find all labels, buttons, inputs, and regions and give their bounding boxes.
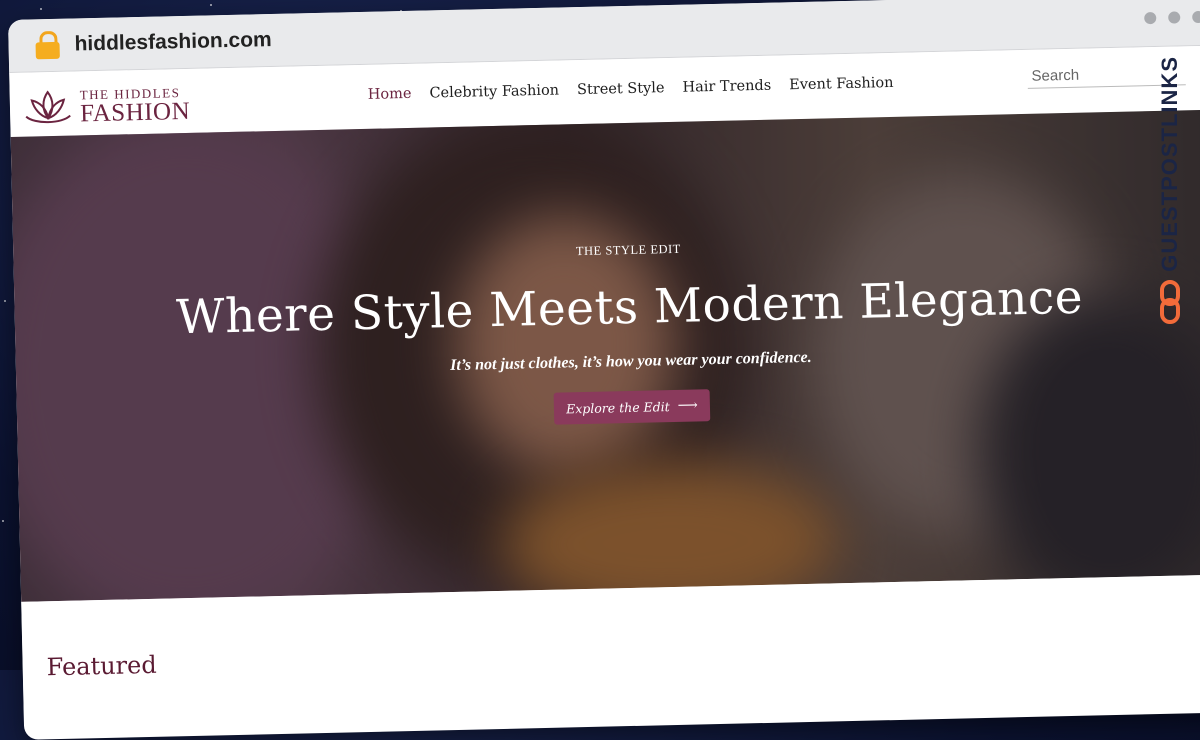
site-logo[interactable]: THE HIDDLES FASHION [22,83,191,131]
lotus-icon [25,90,71,124]
hero-content: THE STYLE EDIT Where Style Meets Modern … [13,229,1200,437]
window-dot-icon[interactable] [1144,11,1157,25]
lock-icon [34,30,61,60]
guestpostlinks-watermark: GUESTPOSTLINKS [1148,56,1192,356]
nav-item-event-fashion[interactable]: Event Fashion [789,75,894,93]
watermark-text: GUESTPOSTLINKS [1157,56,1182,272]
hero-subline: It’s not just clothes, it’s how you wear… [449,348,812,375]
chain-link-icon [1160,279,1180,324]
hero-headline: Where Style Meets Modern Elegance [175,269,1084,346]
url-text[interactable]: hiddlesfashion.com [74,28,272,56]
explore-edit-button[interactable]: Explore the Edit ⟶ [553,389,711,425]
main-nav: Home Celebrity Fashion Street Style Hair… [368,75,894,103]
hero-banner: THE STYLE EDIT Where Style Meets Modern … [10,109,1200,602]
window-dot-icon[interactable] [1192,10,1200,24]
logo-bottom-text: FASHION [79,97,191,128]
arrow-right-icon: ⟶ [677,397,698,414]
nav-item-home[interactable]: Home [368,86,412,103]
window-dot-icon[interactable] [1168,11,1181,24]
explore-edit-label: Explore the Edit [565,398,670,416]
browser-window: hiddlesfashion.com THE HIDDLES FASHION H… [8,0,1200,740]
window-controls [1144,10,1200,25]
nav-item-hair-trends[interactable]: Hair Trends [682,78,771,96]
nav-item-street-style[interactable]: Street Style [577,80,665,98]
nav-item-celebrity-fashion[interactable]: Celebrity Fashion [429,83,559,102]
featured-heading: Featured [46,650,157,682]
